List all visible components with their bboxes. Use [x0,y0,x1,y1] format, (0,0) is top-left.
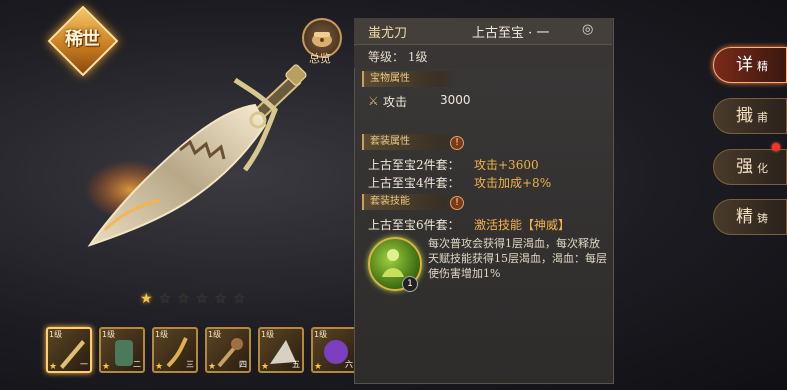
treasure-thumbnail-3[interactable]: 1级 三 ★ [152,327,198,373]
tab-wash[interactable]: 擑甫 [713,98,787,134]
thumb-level: 1级 [208,330,222,339]
set-info-icon[interactable]: ! [450,136,464,150]
treasure-thumbnail-6[interactable]: 1级 六 ★ [311,327,357,373]
tab-details-sub: 精 [757,60,768,73]
tab-refine[interactable]: 精铸 [713,199,787,235]
star-rating: ★ ★ ★ ★ ★ ★ [140,291,245,307]
star-empty-icon: ★ [214,291,227,307]
star-filled-icon: ★ [155,362,164,372]
tab-enhance[interactable]: 强化 [713,149,787,185]
weapon-artwork [85,64,307,247]
item-level: 等级： 1级 [368,50,428,64]
tab-details[interactable]: 详精 [713,47,787,83]
star-filled-icon: ★ [102,362,111,372]
item-name: 蚩尤刀 [368,26,408,41]
tab-refine-sub: 铸 [757,212,768,225]
rarity-badge: 稀世 [65,29,100,50]
skill-description: 每次普攻会获得1层渴血，每次释放天赋技能获得15层渴血，渴血：每层使伤害增加1% [428,237,607,280]
treasure-thumbnail-4[interactable]: 1级 四 ★ [205,327,251,373]
thumb-number: 三 [186,360,194,369]
star-filled-icon: ★ [49,362,58,372]
thumb-level: 1级 [314,330,328,339]
treasure-thumbnail-row: 1级 一 ★ 1级 二 ★ 1级 三 ★ 1级 四 ★ 1级 五 ★ 1级 六 … [46,327,357,373]
set-bonus-value: 攻击+3600 [474,158,539,172]
thumb-number: 二 [133,360,141,369]
star-empty-icon: ★ [177,291,190,307]
set-bonus-value: 攻击加成+8% [474,176,552,190]
star-empty-icon: ★ [158,291,172,307]
treasure-thumbnail-1[interactable]: 1级 一 ★ [46,327,92,373]
treasure-thumbnail-5[interactable]: 1级 五 ★ [258,327,304,373]
thumb-number: 五 [292,360,300,369]
skill-info-icon[interactable]: ! [450,196,464,210]
thumb-number: 四 [239,360,247,369]
skill-activate-value: 激活技能【神威】 [474,218,571,232]
thumb-level: 1级 [102,330,116,339]
skill-activate-label: 上古至宝6件套： [368,218,460,232]
section-set-skill: 套装技能 [362,194,458,210]
section-set-attributes: 套装属性 [362,134,458,150]
thumb-number: 一 [80,360,88,369]
set-bonus-label: 上古至宝2件套： [368,158,460,172]
tab-wash-sub: 甫 [757,111,768,124]
star-filled-icon: ★ [208,362,217,372]
star-filled-icon: ★ [140,291,153,307]
tab-enhance-label: 强 [736,157,753,177]
tier-symbol-icon: ◎ [582,22,594,37]
star-filled-icon: ★ [261,362,270,372]
star-empty-icon: ★ [195,291,209,307]
stat-label: 攻击 [383,95,408,109]
stat-value: 3000 [440,93,471,107]
star-empty-icon: ★ [232,291,246,307]
treasure-thumbnail-2[interactable]: 1级 二 ★ [99,327,145,373]
thumb-level: 1级 [155,330,169,339]
section-base-attributes: 宝物属性 [362,71,458,87]
thumb-number: 六 [345,360,353,369]
item-tier: 上古至宝 · 一 [472,26,550,41]
tab-details-label: 详 [736,55,753,75]
notification-dot [772,143,780,151]
thumb-level: 1级 [49,330,63,339]
attack-icon: ⚔ [368,94,379,108]
skill-level-badge: 1 [402,276,418,292]
tab-wash-label: 擑 [736,106,753,126]
set-bonus-label: 上古至宝4件套： [368,176,460,190]
star-filled-icon: ★ [314,362,323,372]
thumb-level: 1级 [261,330,275,339]
tab-refine-label: 精 [736,207,753,227]
tab-enhance-sub: 化 [757,162,768,175]
